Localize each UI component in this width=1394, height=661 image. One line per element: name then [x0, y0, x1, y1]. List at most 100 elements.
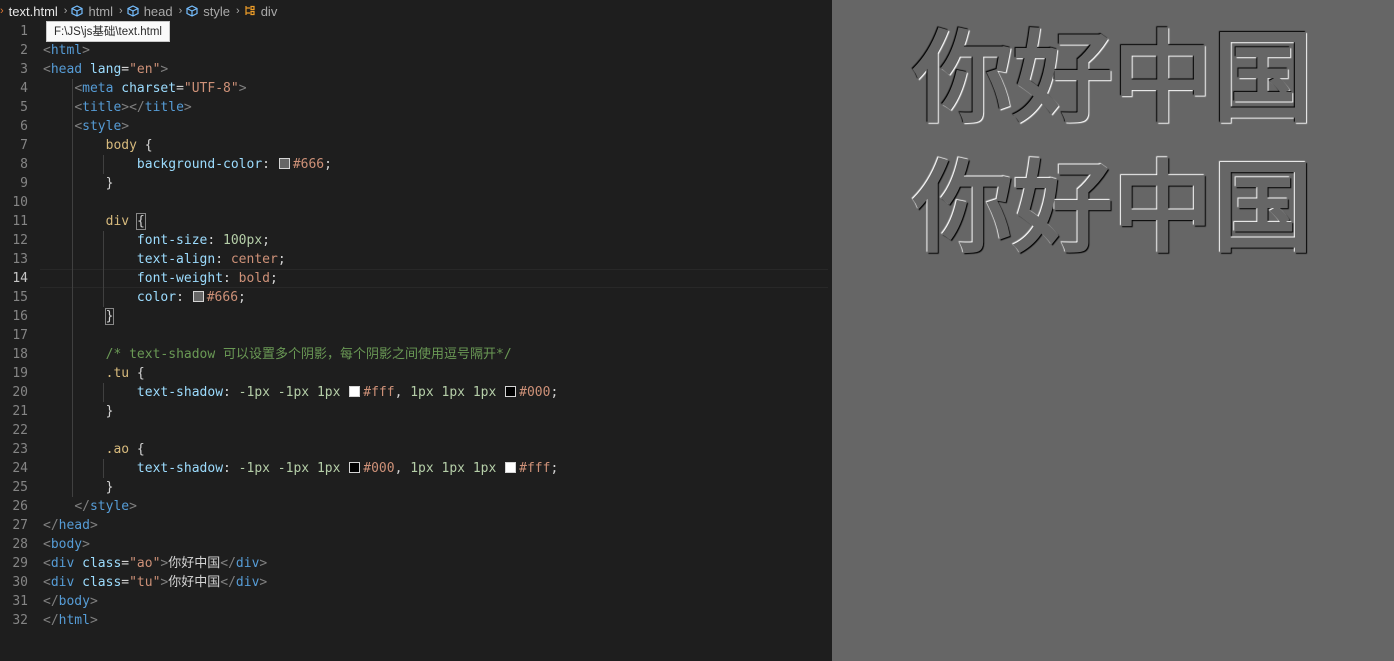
code-line[interactable]: 7 body {: [0, 136, 832, 155]
code-text: </body>: [43, 592, 98, 611]
code-token: :: [262, 157, 278, 172]
breadcrumb-item-head[interactable]: head: [127, 4, 173, 19]
color-swatch-icon[interactable]: [192, 291, 204, 302]
code-text: text-align: center;: [43, 250, 286, 269]
code-token: div: [50, 575, 75, 590]
code-line[interactable]: 26 </style>: [0, 497, 832, 516]
code-line[interactable]: 27 </head>: [0, 516, 832, 535]
breadcrumb-item-html[interactable]: html: [71, 4, 113, 19]
code-line[interactable]: 4 <meta charset="UTF-8">: [0, 79, 832, 98]
code-token: #666: [206, 290, 239, 305]
code-token: meta: [82, 81, 114, 96]
code-text: font-weight: bold;: [43, 269, 278, 288]
code-token: body: [105, 138, 137, 153]
code-line[interactable]: 12 font-size: 100px;: [0, 231, 832, 250]
code-token: "tu": [129, 575, 161, 590]
code-token: "en": [129, 62, 161, 77]
line-number: 21: [12, 404, 28, 419]
code-token: :: [223, 271, 239, 286]
code-line[interactable]: 32 </html>: [0, 611, 832, 630]
color-swatch-icon[interactable]: [349, 462, 361, 473]
code-token: >: [89, 594, 98, 609]
code-token: {: [129, 366, 145, 381]
code-line[interactable]: 15 color: #666;: [0, 288, 832, 307]
code-line[interactable]: 25 }: [0, 478, 832, 497]
code-token: /* text-shadow 可以设置多个阴影，每个阴影之间使用逗号隔开*/: [105, 347, 512, 362]
line-number: 16: [12, 309, 28, 324]
line-number: 20: [12, 385, 28, 400]
preview-tu-text: 你好中国: [913, 150, 1313, 267]
line-number: 32: [12, 613, 28, 628]
code-line[interactable]: 2 <html>: [0, 41, 832, 60]
code-line[interactable]: 31 </body>: [0, 592, 832, 611]
code-token: }: [105, 480, 114, 495]
line-number: 3: [20, 62, 28, 77]
code-line[interactable]: 28 <body>: [0, 535, 832, 554]
code-token: :: [223, 461, 239, 476]
code-text: text-shadow: -1px -1px 1px #000, 1px 1px…: [43, 459, 558, 478]
code-line[interactable]: 3 <head lang="en">: [0, 60, 832, 79]
code-line[interactable]: 19 .tu {: [0, 364, 832, 383]
code-token: div: [235, 556, 260, 571]
code-line[interactable]: 24 text-shadow: -1px -1px 1px #000, 1px …: [0, 459, 832, 478]
color-swatch-icon[interactable]: [505, 462, 517, 473]
code-text: .ao {: [43, 440, 145, 459]
breadcrumb-file[interactable]: › text.html: [0, 4, 58, 19]
code-token: color: [136, 290, 177, 305]
code-line[interactable]: 9 }: [0, 174, 832, 193]
code-line[interactable]: 5 <title></title>: [0, 98, 832, 117]
line-number: 8: [20, 157, 28, 172]
code-line[interactable]: 14 font-weight: bold;: [0, 269, 832, 288]
code-token: ,: [394, 385, 411, 400]
line-number: 31: [12, 594, 28, 609]
code-line[interactable]: 11 div {: [0, 212, 832, 231]
code-line[interactable]: 8 background-color: #666;: [0, 155, 832, 174]
code-area[interactable]: 1 2 <html> 3 <head lang="en"> 4 <meta charset…: [0, 22, 832, 630]
code-token: #000: [363, 461, 395, 476]
color-swatch-icon[interactable]: [505, 386, 517, 397]
code-line[interactable]: 23 .ao {: [0, 440, 832, 459]
code-line[interactable]: 22: [0, 421, 832, 440]
code-editor[interactable]: › text.html › html › head › style › div …: [0, 0, 832, 661]
breadcrumb-item-style[interactable]: style: [186, 4, 230, 19]
code-token: class: [82, 556, 122, 571]
code-line[interactable]: 30 <div class="tu">你好中国</div>: [0, 573, 832, 592]
code-token: =: [176, 81, 184, 96]
color-swatch-icon[interactable]: [278, 158, 290, 169]
code-token: >: [183, 100, 192, 115]
code-line[interactable]: 6 <style>: [0, 117, 832, 136]
element-cube-icon: [127, 5, 139, 17]
code-line[interactable]: 18 /* text-shadow 可以设置多个阴影，每个阴影之间使用逗号隔开*…: [0, 345, 832, 364]
code-line[interactable]: 21 }: [0, 402, 832, 421]
code-text: <body>: [43, 535, 90, 554]
indent-guide: [72, 326, 73, 345]
code-line[interactable]: 13 text-align: center;: [0, 250, 832, 269]
code-text: .tu {: [43, 364, 145, 383]
code-token: >: [89, 518, 98, 533]
code-line[interactable]: 17: [0, 326, 832, 345]
code-token: <: [43, 62, 51, 77]
line-number: 28: [12, 537, 28, 552]
line-number: 27: [12, 518, 28, 533]
chevron-right-icon: ›: [119, 5, 123, 17]
code-line[interactable]: 16 }: [0, 307, 832, 326]
line-number: 9: [20, 176, 28, 191]
breadcrumb-item-label: html: [88, 3, 114, 19]
line-number: 26: [12, 499, 28, 514]
code-line[interactable]: 20 text-shadow: -1px -1px 1px #fff, 1px …: [0, 383, 832, 402]
code-token: <: [43, 575, 51, 590]
code-line[interactable]: 10: [0, 193, 832, 212]
code-line[interactable]: 29 <div class="ao">你好中国</div>: [0, 554, 832, 573]
breadcrumb-item-div[interactable]: div: [244, 4, 277, 19]
color-swatch-icon[interactable]: [349, 386, 361, 397]
